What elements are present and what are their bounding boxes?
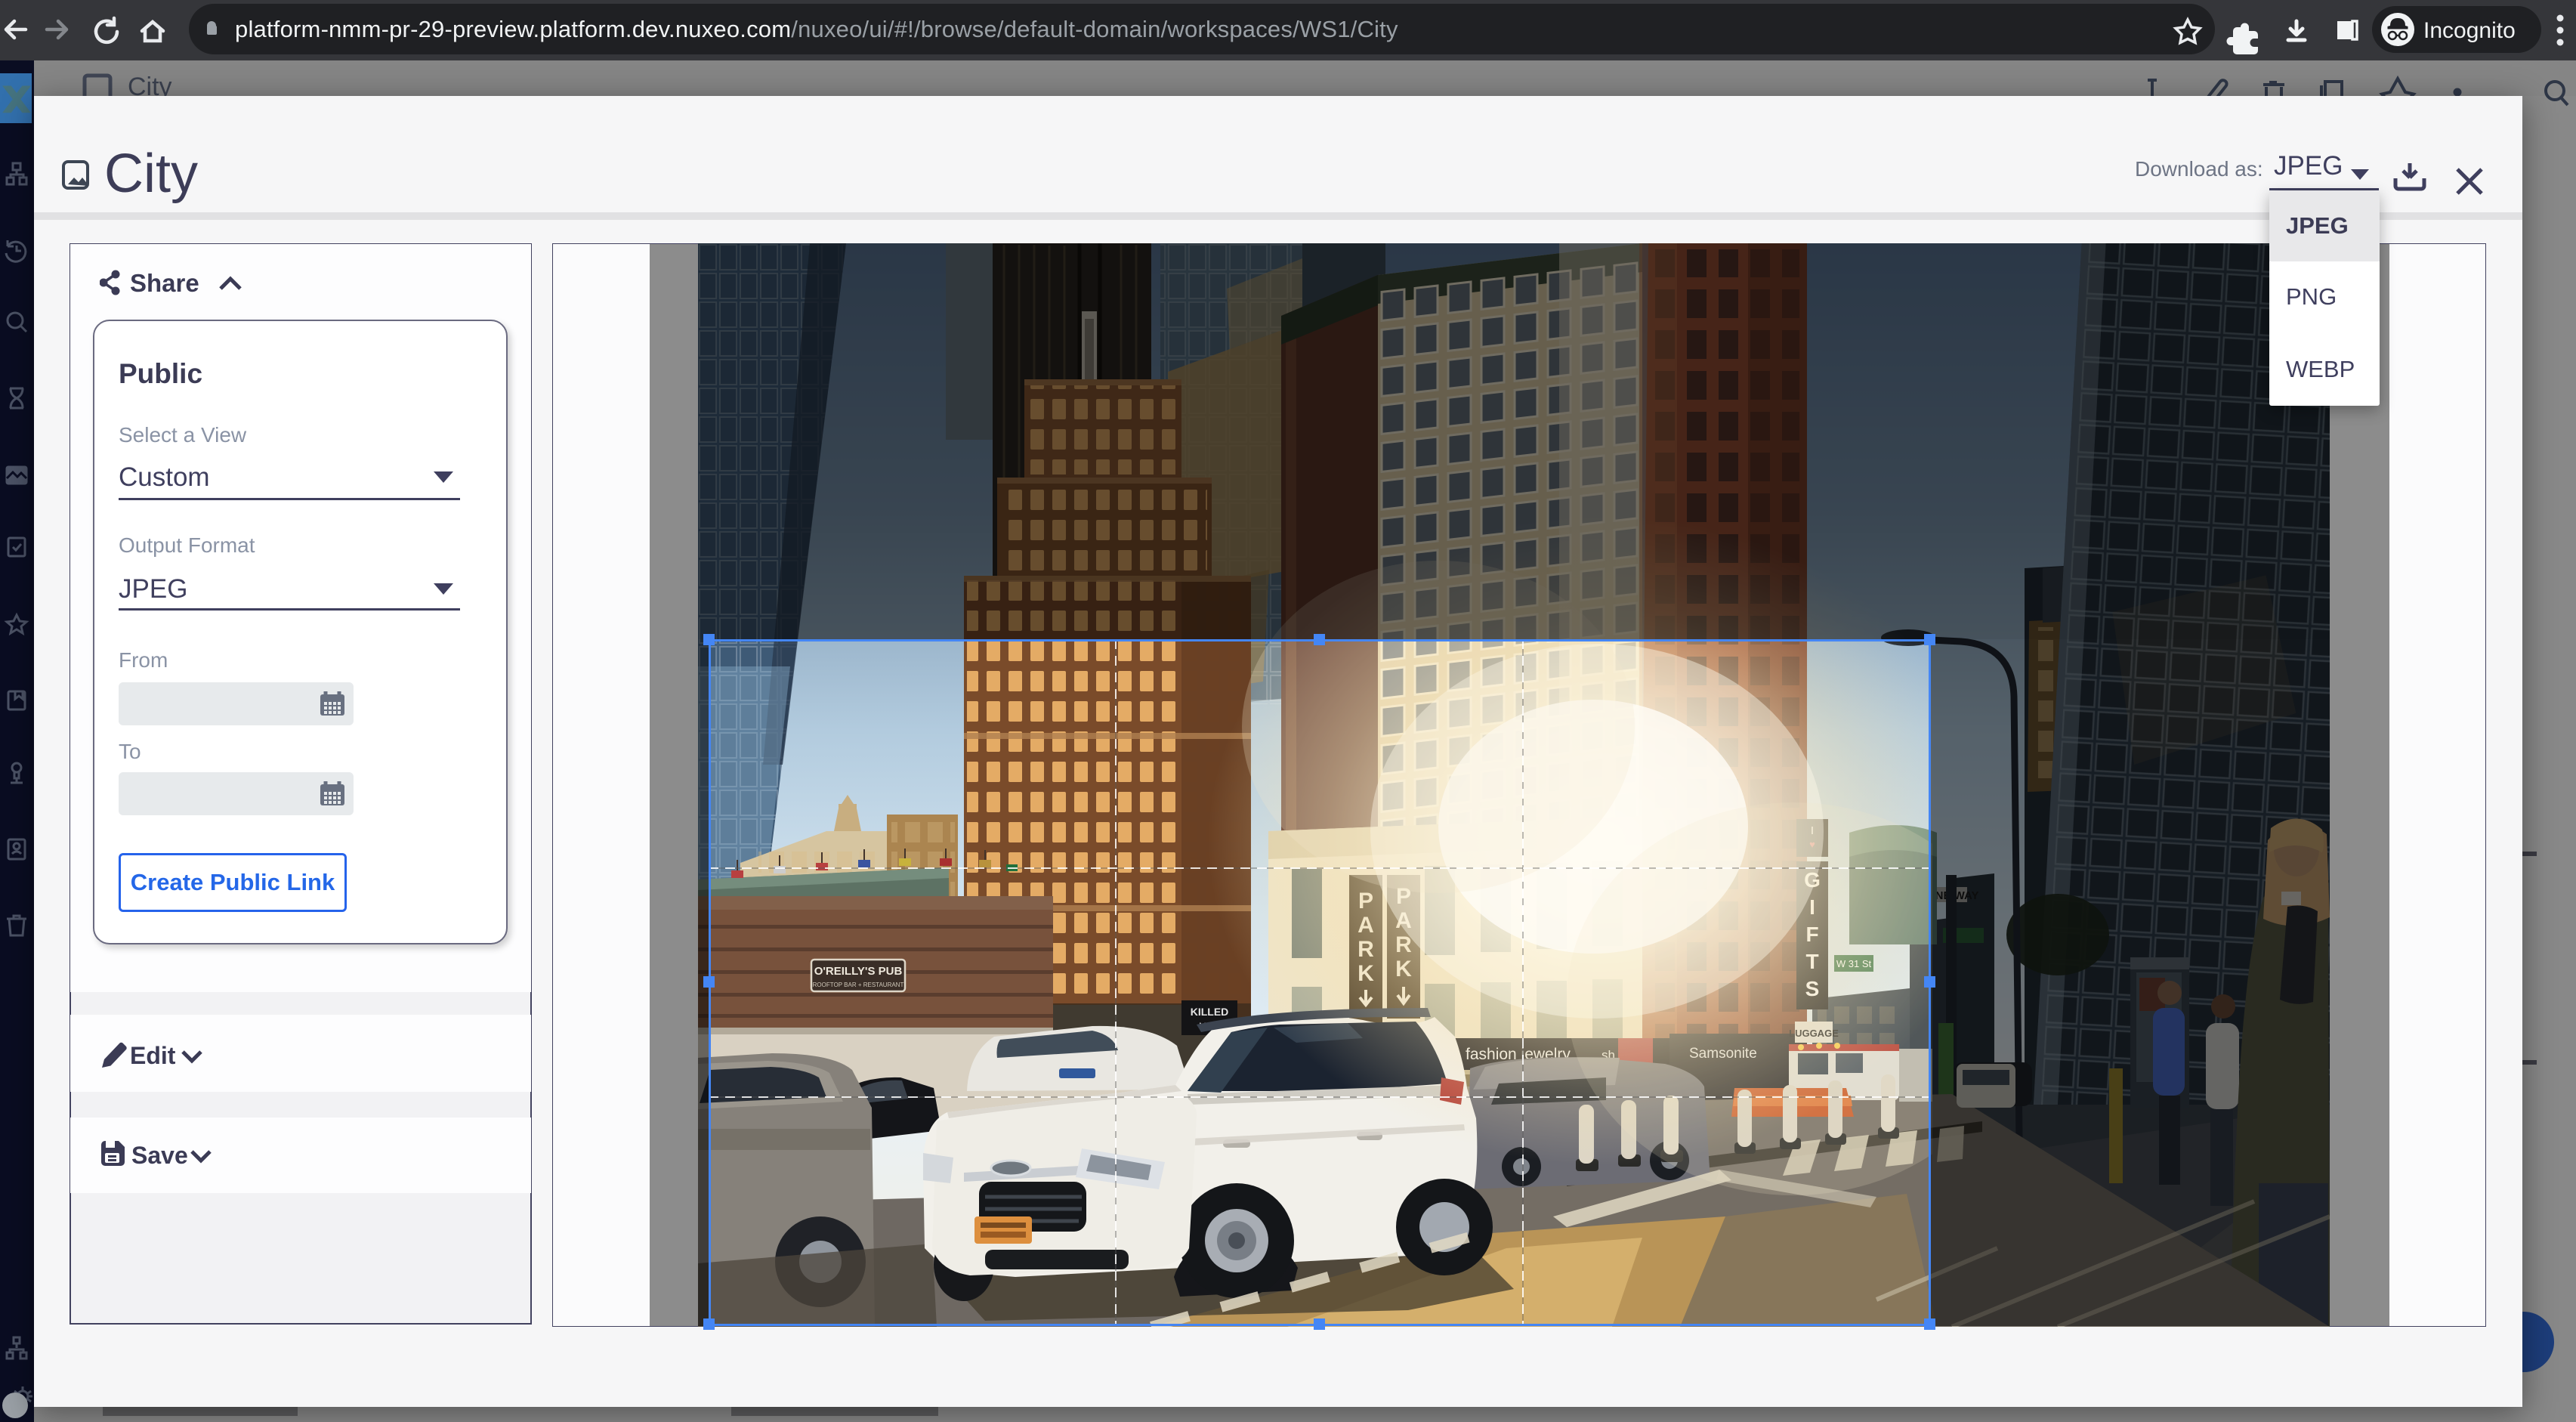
svg-text:Save: Save	[131, 1142, 188, 1169]
svg-text:Share: Share	[130, 269, 199, 297]
svg-text:Incognito: Incognito	[2423, 18, 2516, 43]
svg-text:O'REILLY'S PUB: O'REILLY'S PUB	[814, 965, 903, 978]
svg-text:Edit: Edit	[130, 1042, 176, 1069]
svg-text:ROOFTOP BAR + RESTAURANT: ROOFTOP BAR + RESTAURANT	[813, 981, 904, 988]
svg-text:KILLED: KILLED	[1191, 1006, 1229, 1018]
